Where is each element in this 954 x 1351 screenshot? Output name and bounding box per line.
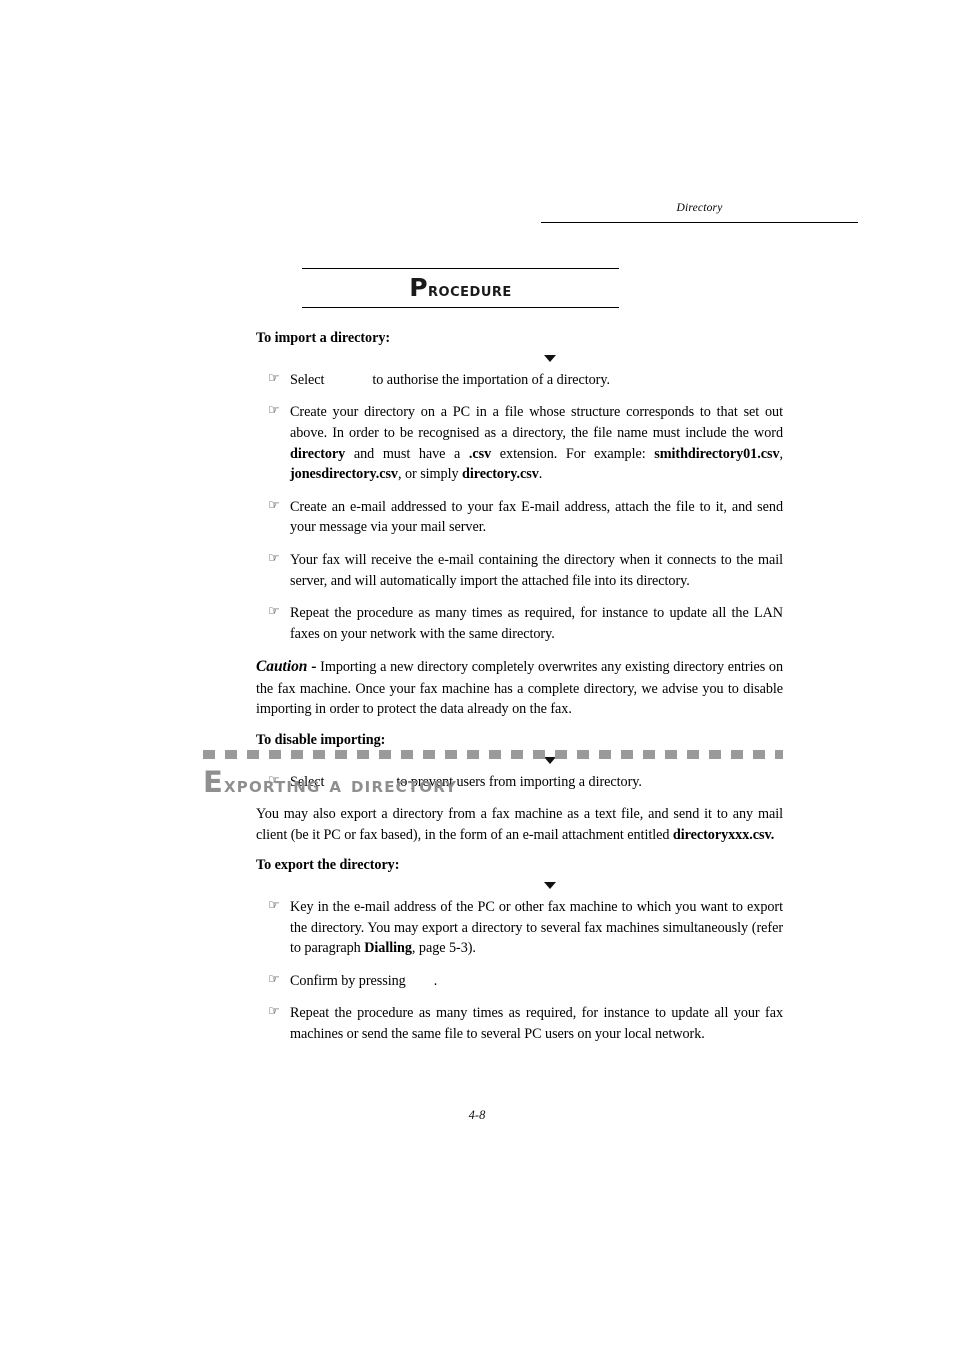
import-bullet-5-text: Repeat the procedure as many times as re…: [290, 605, 783, 642]
export-lead: To export the directory:: [256, 857, 400, 874]
import-bullet-2-part2: and must have a: [345, 445, 469, 462]
list-item: ☞ Confirm by pressing.: [256, 971, 783, 992]
list-item: ☞ Create an e-mail addressed to your fax…: [256, 497, 783, 538]
section-title: Exporting a directory: [203, 768, 783, 797]
export-intro-paragraph: You may also export a directory from a f…: [256, 804, 783, 845]
section-title-rest: xporting a directory: [224, 773, 458, 798]
running-header: Directory: [541, 202, 858, 223]
list-item: ☞ Repeat the procedure as many times as …: [256, 603, 783, 644]
hand-bullet-icon: ☞: [268, 370, 280, 386]
down-triangle-icon: [544, 354, 556, 362]
import-bullet-2-part1: Create your directory on a PC in a file …: [290, 404, 783, 441]
import-bullet-2-bold1: directory: [290, 445, 346, 462]
caution-paragraph: Caution - Importing a new directory comp…: [256, 656, 783, 720]
export-bullet-1-text: Key in the e-mail address of the PC or o…: [290, 897, 783, 959]
export-bullet-1-part2: , page 5-3).: [411, 940, 476, 957]
section-title-initial: E: [203, 765, 225, 799]
export-section: You may also export a directory from a f…: [256, 804, 783, 1045]
export-bullet-2-suffix: .: [433, 972, 438, 989]
import-bullet-3-text: Create an e-mail addressed to your fax E…: [290, 498, 783, 536]
running-header-label: Directory: [676, 202, 723, 214]
caution-text: Importing a new directory completely ove…: [256, 659, 783, 718]
import-lead: To import a directory:: [256, 330, 391, 346]
procedure-rule-bottom: [302, 307, 619, 308]
export-bullet-2-text: Confirm by pressing.: [290, 971, 783, 992]
page-footer: 4-8: [468, 1108, 486, 1122]
export-section-heading: Exporting a directory: [203, 750, 783, 797]
procedure-title-rest: rocedure: [428, 279, 512, 301]
hand-bullet-icon: ☞: [268, 971, 280, 987]
list-item: ☞ Create your directory on a PC in a fil…: [256, 402, 783, 484]
import-bullet-2-text: Create your directory on a PC in a file …: [290, 402, 783, 484]
import-bullet-2-part3: extension. For example:: [491, 445, 655, 462]
export-triangle-row: [256, 875, 783, 897]
import-section: To import a directory: ☞ Select to author…: [256, 330, 783, 792]
import-bullet-2-part4: ,: [779, 445, 784, 462]
import-bullet-2-bold5: directory.csv: [462, 466, 539, 483]
list-item: ☞ Repeat the procedure as many times as …: [256, 1003, 783, 1044]
import-bullet-2-part6: .: [538, 466, 543, 483]
hand-bullet-icon: ☞: [268, 550, 280, 566]
dashed-divider-bar: [203, 750, 783, 759]
disable-lead: To disable importing:: [256, 731, 386, 748]
list-item: ☞ Key in the e-mail address of the PC or…: [256, 897, 783, 959]
import-bullet-1-suffix: to authorise the importation of a direct…: [372, 371, 610, 388]
hand-bullet-icon: ☞: [268, 604, 280, 620]
import-bullet-2-part5: , or simply: [397, 466, 463, 483]
export-bullet-3-text: Repeat the procedure as many times as re…: [290, 1005, 783, 1042]
procedure-title-initial: P: [409, 273, 429, 302]
export-bullet-2-prefix: Confirm by pressing: [290, 972, 406, 989]
hand-bullet-icon: ☞: [268, 497, 280, 513]
export-intro-filename: directoryxxx.csv.: [672, 826, 775, 843]
import-bullet-4-text: Your fax will receive the e-mail contain…: [290, 551, 783, 589]
document-page: Directory Procedure To import a director…: [0, 0, 954, 1351]
hand-bullet-icon: ☞: [268, 1004, 280, 1020]
running-header-rule: [541, 222, 858, 223]
import-bullet-1-text: Select to authorise the importation of a …: [290, 370, 783, 391]
export-bullet-1-bold1: Dialling: [364, 940, 412, 957]
procedure-title: Procedure: [302, 269, 619, 307]
hand-bullet-icon: ☞: [268, 897, 280, 913]
caution-label: Caution -: [256, 658, 317, 676]
import-bullet-2-bold4: jonesdirectory.csv: [290, 466, 398, 483]
hand-bullet-icon: ☞: [268, 403, 280, 419]
import-bullet-1-prefix: Select: [290, 371, 325, 388]
list-item: ☞ Your fax will receive the e-mail conta…: [256, 550, 783, 591]
import-bullet-2-bold3: smithdirectory01.csv: [654, 445, 780, 462]
import-triangle-row: [256, 348, 783, 370]
down-triangle-icon: [544, 881, 556, 889]
procedure-banner: Procedure: [302, 268, 619, 308]
import-bullet-2-bold2: .csv: [468, 445, 492, 462]
list-item: ☞ Select to authorise the importation of …: [256, 370, 783, 391]
